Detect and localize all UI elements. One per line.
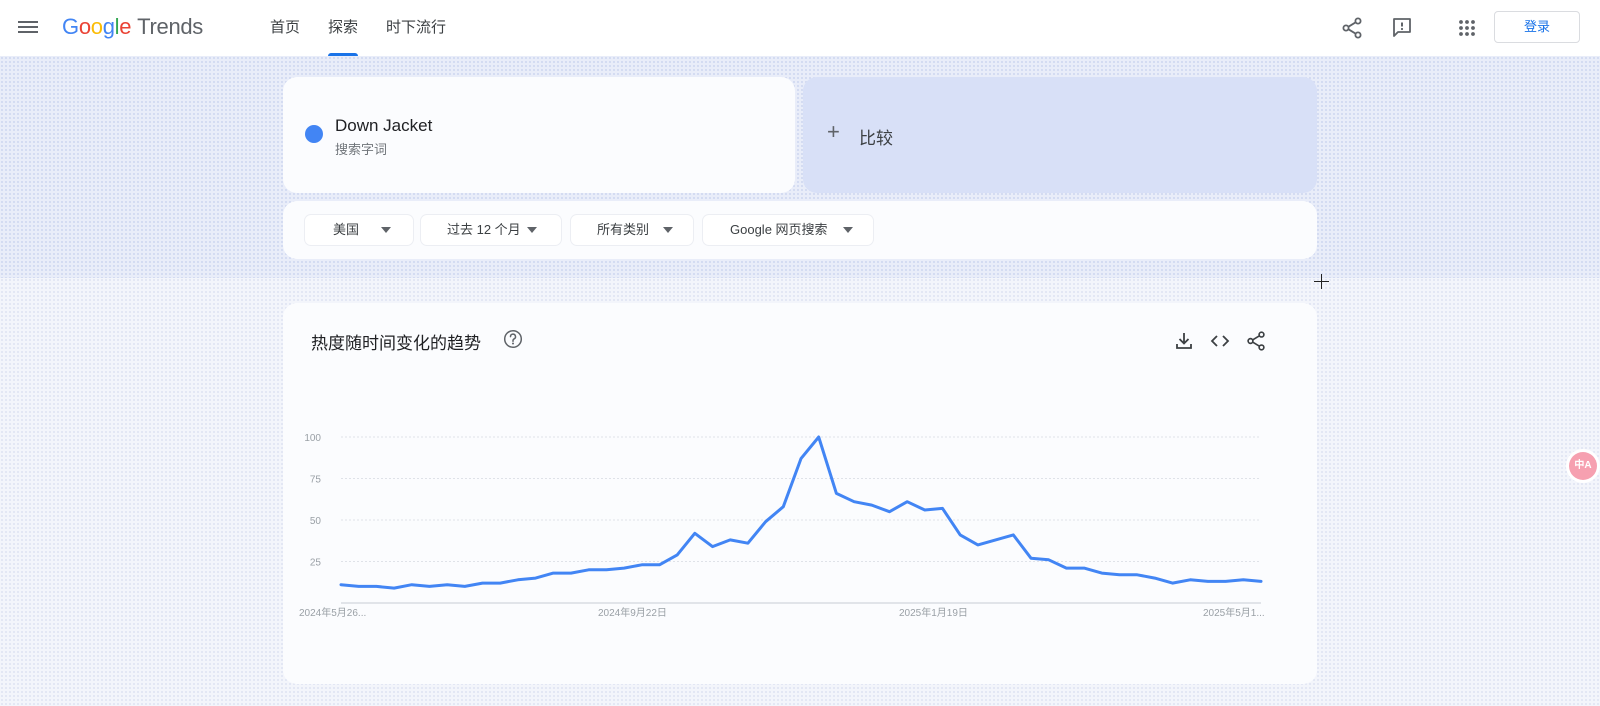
series-line xyxy=(339,435,1263,590)
x-tick-label: 2024年5月26... xyxy=(299,606,366,619)
logo-product-name: Trends xyxy=(137,14,204,39)
translate-icon[interactable]: 中A xyxy=(1569,452,1597,480)
interest-over-time-card: 热度随时间变化的趋势 25 50 75 100 2024年5月26... 2024年9月2… xyxy=(283,303,1317,684)
term-color-dot xyxy=(305,125,323,143)
cursor-crosshair-icon xyxy=(1314,274,1329,289)
time-range-filter[interactable]: 过去 12 个月 xyxy=(421,215,561,245)
x-tick-label: 2024年9月22日 xyxy=(598,606,667,619)
trend-line-chart[interactable]: 25 50 75 100 2024年5月26... 2024年9月22日 2025年1月19… xyxy=(283,303,1317,684)
feedback-icon[interactable] xyxy=(1390,16,1414,40)
google-trends-logo[interactable]: Google Trends xyxy=(62,14,203,40)
region-filter[interactable]: 美国 xyxy=(305,215,413,245)
search-term-type: 搜索字词 xyxy=(335,142,388,157)
search-type-filter[interactable]: Google 网页搜索 xyxy=(703,215,873,245)
menu-icon[interactable] xyxy=(18,18,38,36)
region-filter-label: 美国 xyxy=(333,222,360,237)
top-app-bar: Google Trends 首页 探索 时下流行 登录 xyxy=(0,0,1600,56)
nav-trending[interactable]: 时下流行 xyxy=(386,0,446,56)
category-filter[interactable]: 所有类别 xyxy=(571,215,693,245)
search-term-card[interactable]: Down Jacket 搜索字词 xyxy=(283,77,795,193)
nav-home[interactable]: 首页 xyxy=(270,0,300,56)
sign-in-button[interactable]: 登录 xyxy=(1494,11,1580,43)
y-tick-label: 100 xyxy=(304,433,321,444)
time-range-filter-label: 过去 12 个月 xyxy=(447,222,521,237)
category-filter-label: 所有类别 xyxy=(597,222,650,237)
plus-icon: + xyxy=(827,119,840,144)
main-nav: 首页 探索 时下流行 xyxy=(270,0,474,56)
filter-bar: 美国 过去 12 个月 所有类别 Google 网页搜索 xyxy=(283,201,1317,259)
y-tick-label: 25 xyxy=(310,558,322,569)
search-type-filter-label: Google 网页搜索 xyxy=(730,222,828,237)
y-tick-label: 75 xyxy=(310,475,322,486)
compare-label: 比较 xyxy=(859,129,893,148)
search-term[interactable]: Down Jacket xyxy=(335,116,432,136)
y-tick-label: 50 xyxy=(310,516,322,527)
logo-letter: o xyxy=(78,14,91,39)
chevron-down-icon xyxy=(527,227,537,233)
x-tick-label: 2025年5月1... xyxy=(1203,606,1265,619)
apps-icon[interactable] xyxy=(1455,16,1479,40)
logo-letter: e xyxy=(119,14,132,39)
compare-button[interactable]: + 比较 xyxy=(803,77,1317,193)
chevron-down-icon xyxy=(381,227,391,233)
chevron-down-icon xyxy=(843,227,853,233)
x-tick-label: 2025年1月19日 xyxy=(899,606,968,619)
logo-letter: g xyxy=(102,14,115,39)
chevron-down-icon xyxy=(663,227,673,233)
logo-letter: o xyxy=(90,14,103,39)
nav-explore[interactable]: 探索 xyxy=(328,0,359,56)
share-icon[interactable] xyxy=(1340,16,1364,40)
logo-letter: G xyxy=(62,14,79,39)
